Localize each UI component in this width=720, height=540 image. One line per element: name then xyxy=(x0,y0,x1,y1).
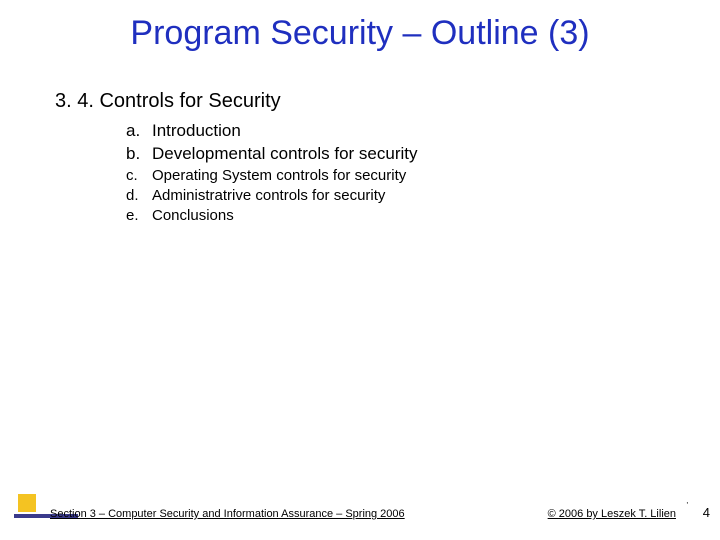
list-text: Introduction xyxy=(152,120,241,143)
list-text: Conclusions xyxy=(152,206,234,226)
slide: Program Security – Outline (3) 3. 4. Con… xyxy=(0,0,720,540)
list-marker: e. xyxy=(126,206,152,226)
outline-list: a. Introduction b. Developmental control… xyxy=(126,120,418,227)
list-item: b. Developmental controls for security xyxy=(126,143,418,166)
slide-title: Program Security – Outline (3) xyxy=(0,14,720,53)
list-item: e. Conclusions xyxy=(126,206,418,226)
list-text: Administratrive controls for security xyxy=(152,186,385,206)
footer-right: © 2006 by Leszek T. Lilien xyxy=(548,508,676,520)
list-marker: c. xyxy=(126,166,152,186)
list-marker: b. xyxy=(126,143,152,166)
list-item: a. Introduction xyxy=(126,120,418,143)
list-item: d. Administratrive controls for security xyxy=(126,186,418,206)
footer-left: Section 3 – Computer Security and Inform… xyxy=(50,508,405,520)
list-item: c. Operating System controls for securit… xyxy=(126,166,418,186)
page-number: 4 xyxy=(703,505,710,520)
tick-mark: ' xyxy=(686,501,688,510)
list-text: Operating System controls for security xyxy=(152,166,406,186)
accent-square-icon xyxy=(18,494,36,512)
list-text: Developmental controls for security xyxy=(152,143,418,166)
list-marker: d. xyxy=(126,186,152,206)
list-marker: a. xyxy=(126,120,152,143)
section-heading: 3. 4. Controls for Security xyxy=(55,90,281,113)
